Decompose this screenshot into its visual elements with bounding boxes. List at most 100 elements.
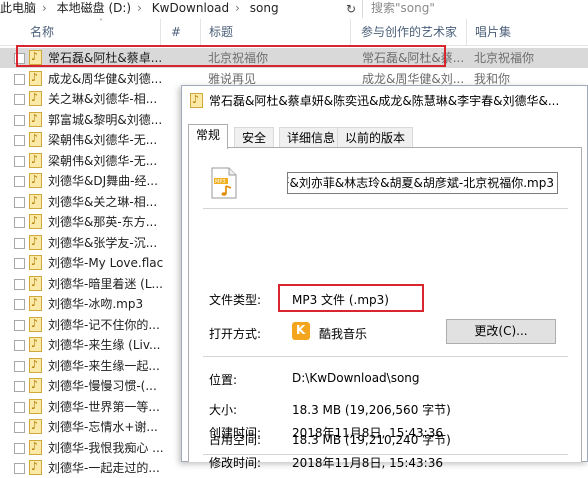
opens-with-value: 酷我音乐 [319,327,368,341]
file-name: 刘德华-冰吻.mp3 [48,297,144,311]
audio-file-icon [29,194,42,209]
file-name-field[interactable]: 哥&刘亦菲&林志玲&胡夏&胡彦斌-北京祝福你.mp3 [287,172,558,194]
divider [203,356,568,357]
file-checkbox[interactable] [14,320,25,331]
kuwo-music-icon [292,322,310,340]
file-type-label: 文件类型: [209,293,262,307]
file-name: 成龙&周华健&刘德... [48,72,163,86]
file-name: 刘德华-暗里着迷 (L... [48,277,163,291]
audio-file-icon [190,93,203,108]
location-label: 位置: [209,373,238,387]
tab-strip: 常规 安全 详细信息 以前的版本 [182,124,587,149]
audio-file-icon [29,112,42,127]
tab-security[interactable]: 安全 [234,127,275,148]
audio-file-icon [29,91,42,106]
file-checkbox[interactable] [14,402,25,413]
properties-dialog: 常石磊&阿杜&蔡卓妍&陈奕迅&成龙&陈慧琳&李宇春&刘德华&... 常规 安全 … [181,85,588,470]
created-value: 2018年11月8日, 15:43:36 [292,426,443,440]
file-checkbox[interactable] [14,463,25,474]
audio-file-icon [29,317,42,332]
tab-previous-versions[interactable]: 以前的版本 [337,127,414,148]
modified-value: 2018年11月8日, 15:43:36 [292,456,443,470]
opens-with-label: 打开方式: [209,327,262,341]
file-name: 刘德华-忘情水+谢... [48,420,158,434]
file-checkbox[interactable] [14,176,25,187]
file-type-highlight-box [278,284,424,312]
audio-file-icon [29,255,42,270]
column-header-artist[interactable]: 参与创作的艺术家 [350,19,466,45]
breadcrumb-separator: › [137,1,142,15]
column-header-title[interactable]: 标题 [200,19,350,45]
file-checkbox[interactable] [14,279,25,290]
svg-text:MP3: MP3 [215,179,226,185]
file-checkbox[interactable] [14,299,25,310]
divider [203,208,568,209]
breadcrumb-song[interactable]: song [250,1,279,15]
file-checkbox[interactable] [14,217,25,228]
column-header-album[interactable]: 唱片集 [466,19,588,45]
audio-file-icon [29,378,42,393]
audio-file-icon [29,358,42,373]
audio-file-icon [29,460,42,475]
dialog-title-bar[interactable]: 常石磊&阿杜&蔡卓妍&陈奕迅&成龙&陈慧琳&李宇春&刘德华&... [182,86,587,116]
file-checkbox[interactable] [14,94,25,105]
address-bar[interactable]: 此电脑 › 本地磁盘 (D:) › KwDownload › song ↻ 搜索"so… [0,0,588,20]
file-checkbox[interactable] [14,443,25,454]
file-checkbox[interactable] [14,197,25,208]
audio-file-icon [29,235,42,250]
file-checkbox[interactable] [14,156,25,167]
file-name: 刘德华&张学友-沉... [48,236,158,250]
breadcrumb[interactable]: 此电脑 › 本地磁盘 (D:) › KwDownload › song [0,0,285,19]
file-name: 梁朝伟&刘德华-无... [48,133,158,147]
audio-file-icon [29,132,42,147]
file-checkbox[interactable] [14,361,25,372]
created-label: 创建时间: [209,426,262,440]
audio-file-icon [29,337,42,352]
file-name: 刘德华-My Love.flac [48,256,164,270]
breadcrumb-drive-d[interactable]: 本地磁盘 (D:) [57,1,131,15]
file-checkbox[interactable] [14,238,25,249]
general-tab-panel: MP3 哥&刘亦菲&林志玲&胡夏&胡彦斌-北京祝福你.mp3 文件类型: MP3… [188,147,582,462]
file-name: 刘德华-一起走过的... [48,461,160,475]
search-placeholder: 搜索"song" [371,1,435,15]
audio-file-icon [29,399,42,414]
location-value: D:\KwDownload\song [292,371,420,385]
column-header-number[interactable]: # [160,19,200,45]
audio-file-icon [29,419,42,434]
change-button[interactable]: 更改(C)... [446,319,556,344]
tab-details[interactable]: 详细信息 [279,127,344,148]
file-checkbox[interactable] [14,381,25,392]
file-checkbox[interactable] [14,135,25,146]
column-headers: 名称 # 标题 参与创作的艺术家 唱片集 [0,19,588,46]
modified-label: 修改时间: [209,456,262,470]
breadcrumb-separator: › [42,1,47,15]
file-checkbox[interactable] [14,74,25,85]
audio-file-icon [29,440,42,455]
tab-general[interactable]: 常规 [188,124,229,149]
audio-file-icon [29,71,42,86]
file-name: 刘德华-来生缘一起... [48,359,160,373]
file-checkbox[interactable] [14,340,25,351]
breadcrumb-this-pc[interactable]: 此电脑 [0,1,36,15]
audio-file-icon [29,173,42,188]
file-name: 刘德华-世界第一等... [48,400,160,414]
file-name: 关之琳&刘德华-相... [48,92,158,106]
size-value: 18.3 MB (19,206,560 字节) [292,403,451,417]
file-name: 刘德华-慢慢习惯-(... [48,379,157,393]
search-input[interactable]: 搜索"song" [362,0,588,18]
audio-file-icon [29,214,42,229]
file-name: 郭富城&黎明&刘德... [48,113,163,127]
file-checkbox[interactable] [14,258,25,269]
file-name: 刘德华-我恨我痴心 ... [48,441,164,455]
breadcrumb-kwdownload[interactable]: KwDownload [152,1,229,15]
sort-up-icon: ˄ [99,18,103,27]
selected-file-highlight-box [16,45,446,67]
size-label: 大小: [209,403,238,417]
refresh-icon[interactable]: ↻ [343,1,359,17]
file-name: 刘德华-记不住你的... [48,318,160,332]
file-name-value: 哥&刘亦菲&林志玲&胡夏&胡彦斌-北京祝福你.mp3 [287,176,554,190]
file-checkbox[interactable] [14,422,25,433]
mp3-file-icon: MP3 [211,167,237,199]
file-checkbox[interactable] [14,115,25,126]
audio-file-icon [29,276,42,291]
